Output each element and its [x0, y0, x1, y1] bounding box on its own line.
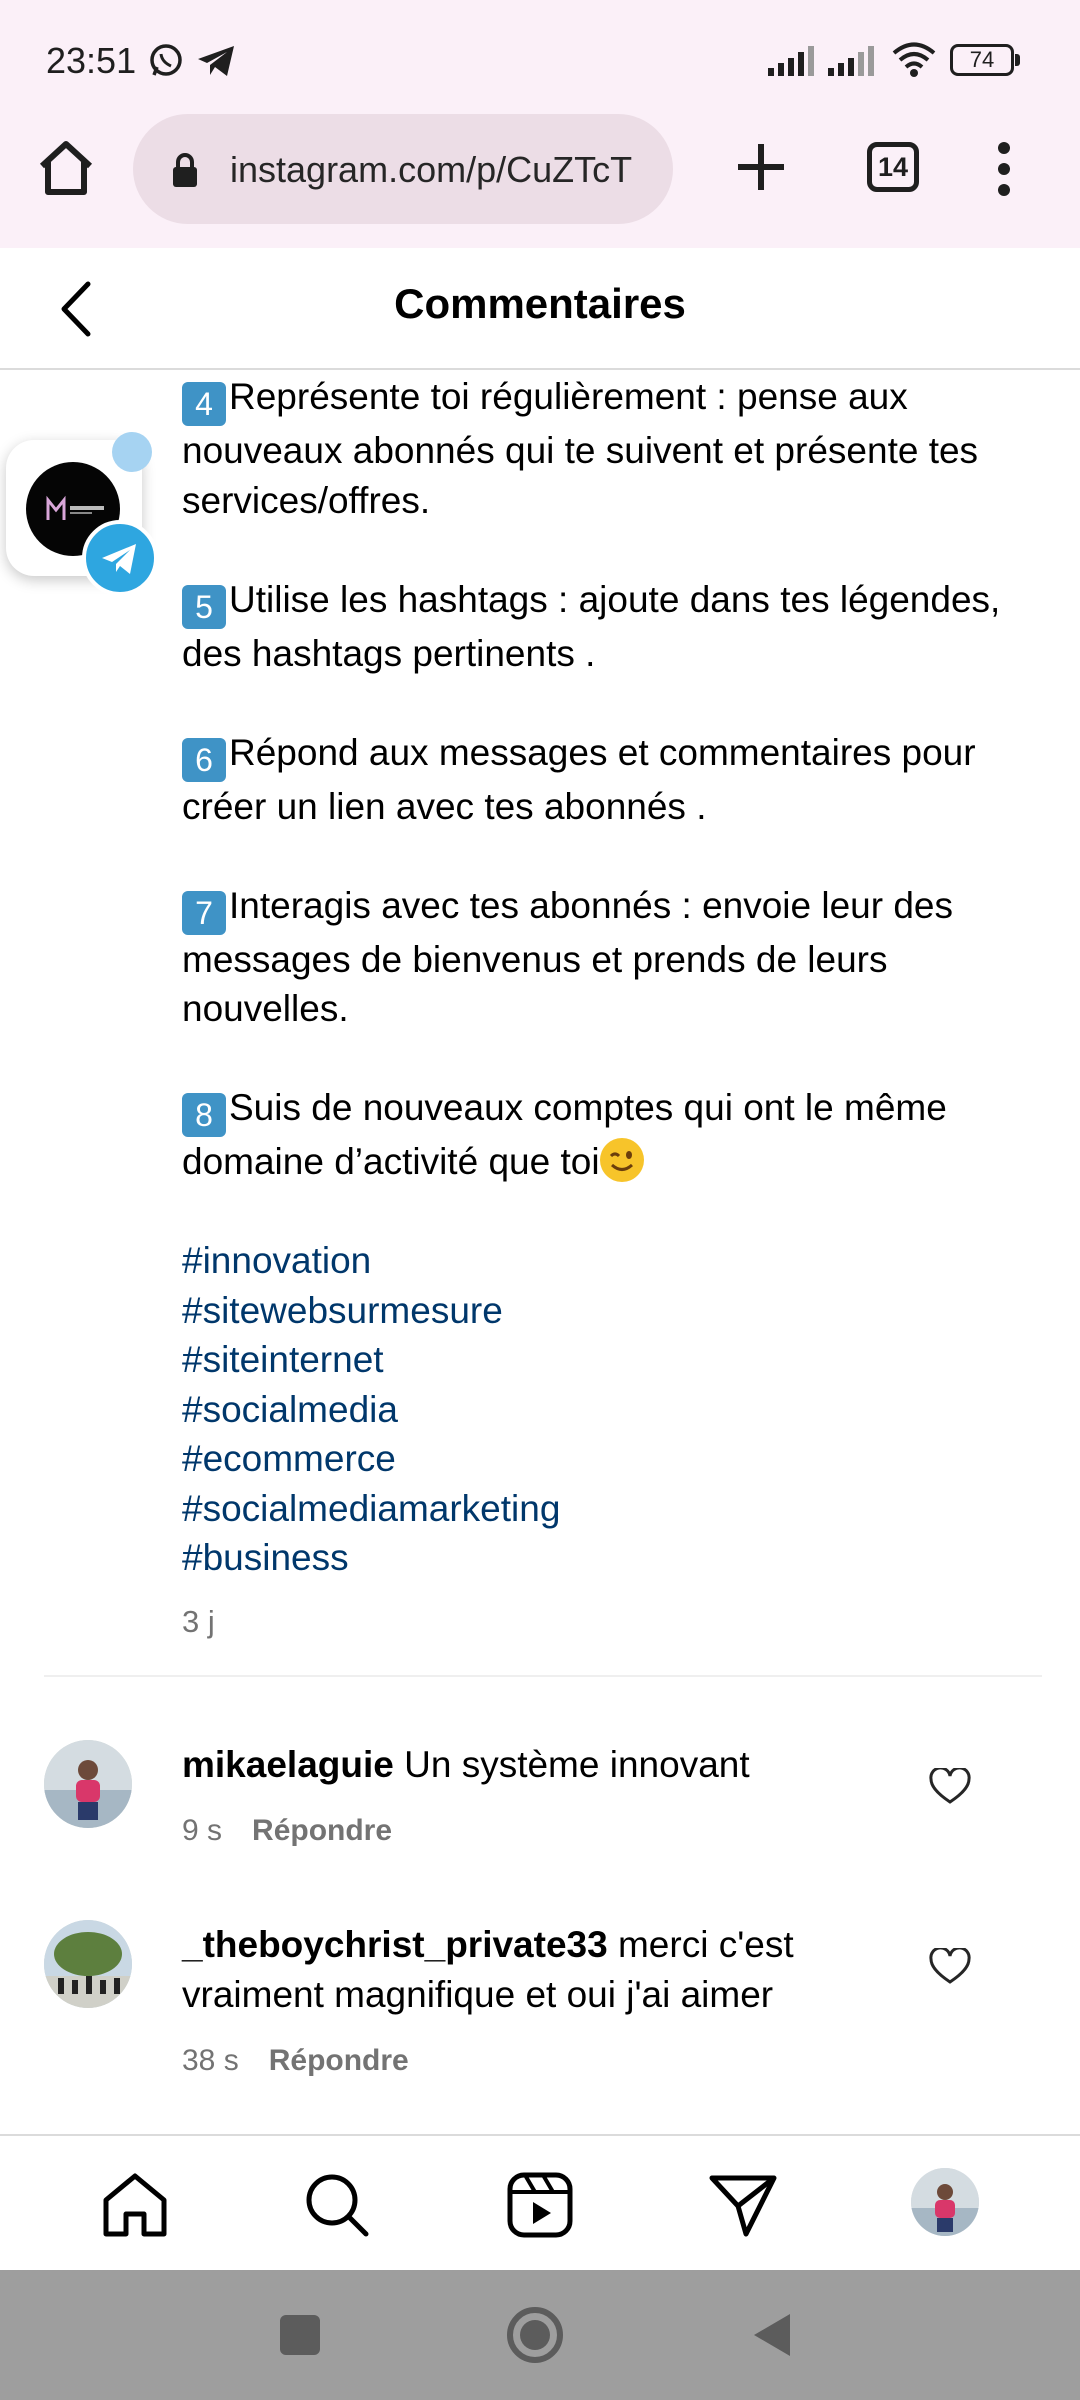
comment-username[interactable]: mikaelaguie: [182, 1744, 394, 1785]
hashtag-link[interactable]: #siteinternet: [182, 1335, 1022, 1385]
hashtag-link[interactable]: #socialmediamarketing: [182, 1484, 1022, 1534]
home-icon[interactable]: [34, 136, 98, 200]
home-circle-icon[interactable]: [505, 2305, 565, 2365]
tabs-button[interactable]: 14: [867, 142, 919, 192]
home-icon[interactable]: [100, 2170, 170, 2240]
search-icon[interactable]: [302, 2170, 372, 2240]
recents-icon[interactable]: [280, 2315, 320, 2355]
battery-level: 74: [969, 47, 995, 72]
browser-chrome: 23:51 74 instagram.com/p/CuZTcT 14: [0, 0, 1080, 248]
avatar[interactable]: [44, 1740, 132, 1828]
telegram-icon: [198, 46, 234, 76]
winking-face-icon: [599, 1138, 644, 1182]
signal-icon: [828, 46, 874, 76]
keycap-eight-icon: 8: [182, 1093, 226, 1137]
comment-meta: 38 s Répondre: [182, 2044, 409, 2078]
heart-icon[interactable]: [929, 1768, 971, 1806]
reply-button[interactable]: Répondre: [269, 2044, 409, 2077]
caption-paragraph: 4 Représente toi régulièrement : pense au…: [182, 376, 979, 521]
comment-text: mikaelaguie Un système innovant: [182, 1740, 822, 1790]
hashtag-link[interactable]: #sitewebsurmesure: [182, 1286, 1022, 1336]
direct-icon[interactable]: [708, 2170, 778, 2240]
hashtag-link[interactable]: #ecommerce: [182, 1434, 1022, 1484]
telegram-icon: [82, 520, 158, 596]
hashtag-link[interactable]: #socialmedia: [182, 1385, 1022, 1435]
post-caption: 4 Représente toi régulièrement : pense au…: [182, 372, 1022, 1646]
caption-paragraph: 6 Répond aux messages et commentaires pou…: [182, 731, 976, 827]
comment-body: Un système innovant: [404, 1744, 750, 1785]
keycap-six-icon: 6: [182, 737, 226, 782]
address-bar-row: instagram.com/p/CuZTcT 14: [0, 112, 1080, 232]
reply-button[interactable]: Répondre: [252, 1814, 392, 1847]
hashtag-list: #innovation #sitewebsurmesure #siteinter…: [182, 1236, 1022, 1583]
keycap-four-icon: 4: [182, 382, 226, 426]
url-text[interactable]: instagram.com/p/CuZTcT: [230, 149, 650, 191]
divider: [44, 1675, 1042, 1677]
more-icon[interactable]: [984, 136, 1024, 202]
reels-icon[interactable]: [505, 2170, 575, 2240]
caption-paragraph: 5 Utilise les hashtags : ajoute dans tes …: [182, 578, 1001, 674]
keycap-seven-icon: 7: [182, 890, 226, 935]
back-triangle-icon[interactable]: [750, 2310, 794, 2360]
address-bar[interactable]: instagram.com/p/CuZTcT: [133, 114, 673, 224]
hashtag-link[interactable]: #innovation: [182, 1236, 1022, 1286]
comment-timestamp: 38 s: [182, 2044, 239, 2077]
status-time: 23:51: [46, 40, 137, 81]
heart-icon[interactable]: [929, 1948, 971, 1986]
whatsapp-icon: [150, 44, 182, 76]
bottom-navigation: [0, 2134, 1080, 2270]
notification-dot: [112, 432, 152, 472]
hashtag-link[interactable]: #business: [182, 1533, 1022, 1583]
comment-meta: 9 s Répondre: [182, 1814, 392, 1848]
comment-timestamp: 9 s: [182, 1814, 223, 1847]
status-bar: 23:51 74: [0, 0, 1080, 122]
comment-username[interactable]: _theboychrist_private33: [182, 1924, 608, 1965]
caption-paragraph: 7 Interagis avec tes abonnés : envoie leu…: [182, 884, 954, 1029]
lock-icon: [173, 153, 197, 187]
battery-icon: 74: [950, 44, 1014, 76]
keycap-five-icon: 5: [182, 584, 226, 629]
battery-tip: [1015, 54, 1020, 66]
caption-timestamp: 3 j: [182, 1603, 215, 1639]
system-navigation-bar: [0, 2270, 1080, 2400]
plus-icon[interactable]: [728, 134, 794, 200]
comment-text: _theboychrist_private33 merci c'est vrai…: [182, 1920, 822, 2020]
page-header: Commentaires: [0, 248, 1080, 370]
signal-icon: [768, 46, 814, 76]
page-title: Commentaires: [394, 280, 686, 327]
profile-avatar[interactable]: [911, 2168, 979, 2236]
avatar[interactable]: [44, 1920, 132, 2008]
wifi-icon: [892, 42, 936, 77]
caption-paragraph: 8 Suis de nouveaux comptes qui ont le mêm…: [182, 1087, 947, 1182]
